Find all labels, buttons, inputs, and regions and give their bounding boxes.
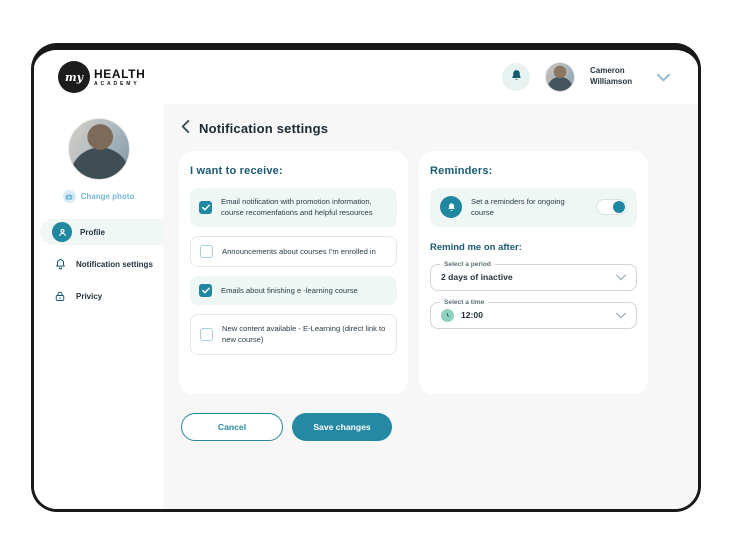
sidebar-item-privicy[interactable]: Privicy	[40, 283, 163, 309]
back-button[interactable]	[181, 120, 190, 136]
page: my HEALTH ACADEMY Cameron Williamson Cha…	[0, 0, 732, 555]
sidebar-item-label: Notification settings	[76, 259, 153, 269]
reminder-toggle-row: Set a reminders for ongoing course	[430, 188, 637, 227]
chevron-left-icon	[181, 120, 190, 136]
check-icon	[201, 198, 210, 216]
bell-icon	[510, 69, 523, 85]
chevron-down-icon	[616, 274, 626, 281]
option-label: Emails about finishing e -learning cours…	[221, 285, 358, 295]
change-photo-button[interactable]: Change photo	[34, 190, 163, 203]
checkbox-checked[interactable]	[199, 198, 212, 216]
user-menu-button[interactable]	[657, 70, 670, 85]
bell-icon	[440, 196, 462, 219]
option-new-content[interactable]: New content available - E-Learning (dire…	[190, 313, 397, 355]
form-actions: Cancel Save changes	[179, 413, 678, 441]
camera-icon	[62, 190, 76, 203]
check-icon	[201, 281, 210, 299]
bell-icon	[52, 258, 68, 271]
sidebar-item-profile[interactable]: Profile	[40, 219, 163, 245]
reminders-heading: Reminders:	[430, 165, 493, 177]
content-area: Change photo Profile Notification settin…	[34, 104, 698, 509]
reminders-toggle[interactable]	[596, 199, 627, 216]
top-right-controls: Cameron Williamson	[502, 62, 670, 92]
reminder-toggle-label: Set a reminders for ongoing course	[471, 197, 565, 218]
save-changes-button[interactable]: Save changes	[292, 413, 392, 441]
remind-me-heading: Remind me on after:	[430, 241, 522, 253]
option-finishing-course[interactable]: Emails about finishing e -learning cours…	[190, 275, 397, 305]
logo-monogram: my	[58, 61, 90, 93]
user-name: Cameron Williamson	[590, 66, 633, 86]
period-select-value: 2 days of inactive	[441, 272, 513, 283]
notifications-button[interactable]	[502, 63, 530, 91]
settings-cards: I want to receive: Email notification wi…	[179, 151, 678, 394]
option-label: Email notification with promotion inform…	[221, 197, 373, 218]
checkbox-unchecked[interactable]	[200, 327, 213, 341]
option-announcements[interactable]: Announcements about courses I'm enrolled…	[190, 235, 397, 267]
main-panel: Notification settings I want to receive:	[163, 104, 698, 509]
clock-icon	[441, 308, 454, 322]
checkbox-unchecked[interactable]	[200, 244, 213, 258]
sidebar-item-notification-settings[interactable]: Notification settings	[40, 251, 163, 277]
sidebar-item-label: Privicy	[76, 291, 103, 301]
user-avatar[interactable]	[545, 62, 575, 92]
chevron-down-icon	[616, 312, 626, 319]
lock-icon	[52, 290, 68, 303]
cancel-button[interactable]: Cancel	[181, 413, 283, 441]
logo-line2: ACADEMY	[94, 80, 140, 87]
sidebar-item-label: Profile	[80, 227, 105, 237]
reminders-card: Reminders: Set a reminders for ongoing c…	[419, 151, 648, 394]
profile-photo	[67, 118, 130, 180]
change-photo-label: Change photo	[80, 192, 135, 201]
checkbox-checked[interactable]	[199, 281, 212, 299]
period-select-label: Select a period	[440, 260, 495, 268]
page-title: Notification settings	[199, 120, 329, 136]
sidebar: Change photo Profile Notification settin…	[34, 104, 163, 509]
logo-line1: HEALTH	[94, 66, 146, 81]
sidebar-menu: Profile Notification settings Privicy	[34, 219, 163, 309]
app-window: my HEALTH ACADEMY Cameron Williamson Cha…	[31, 43, 701, 512]
app-logo: my HEALTH ACADEMY	[58, 61, 145, 93]
period-select[interactable]: Select a period 2 days of inactive	[430, 260, 637, 291]
receive-heading: I want to receive:	[190, 165, 283, 177]
page-header: Notification settings	[179, 120, 678, 136]
time-select-value: 12:00	[461, 310, 483, 321]
option-label: New content available - E-Learning (dire…	[222, 323, 386, 345]
time-select-label: Select a time	[440, 298, 489, 306]
receive-card: I want to receive: Email notification wi…	[179, 151, 408, 394]
user-icon	[52, 222, 72, 242]
option-label: Announcements about courses I'm enrolled…	[222, 246, 376, 256]
toggle-knob	[613, 201, 625, 214]
time-select[interactable]: Select a time 12:00	[430, 298, 637, 329]
option-email-promotions[interactable]: Email notification with promotion inform…	[190, 188, 397, 227]
chevron-down-icon	[657, 70, 670, 85]
top-bar: my HEALTH ACADEMY Cameron Williamson	[34, 50, 698, 104]
